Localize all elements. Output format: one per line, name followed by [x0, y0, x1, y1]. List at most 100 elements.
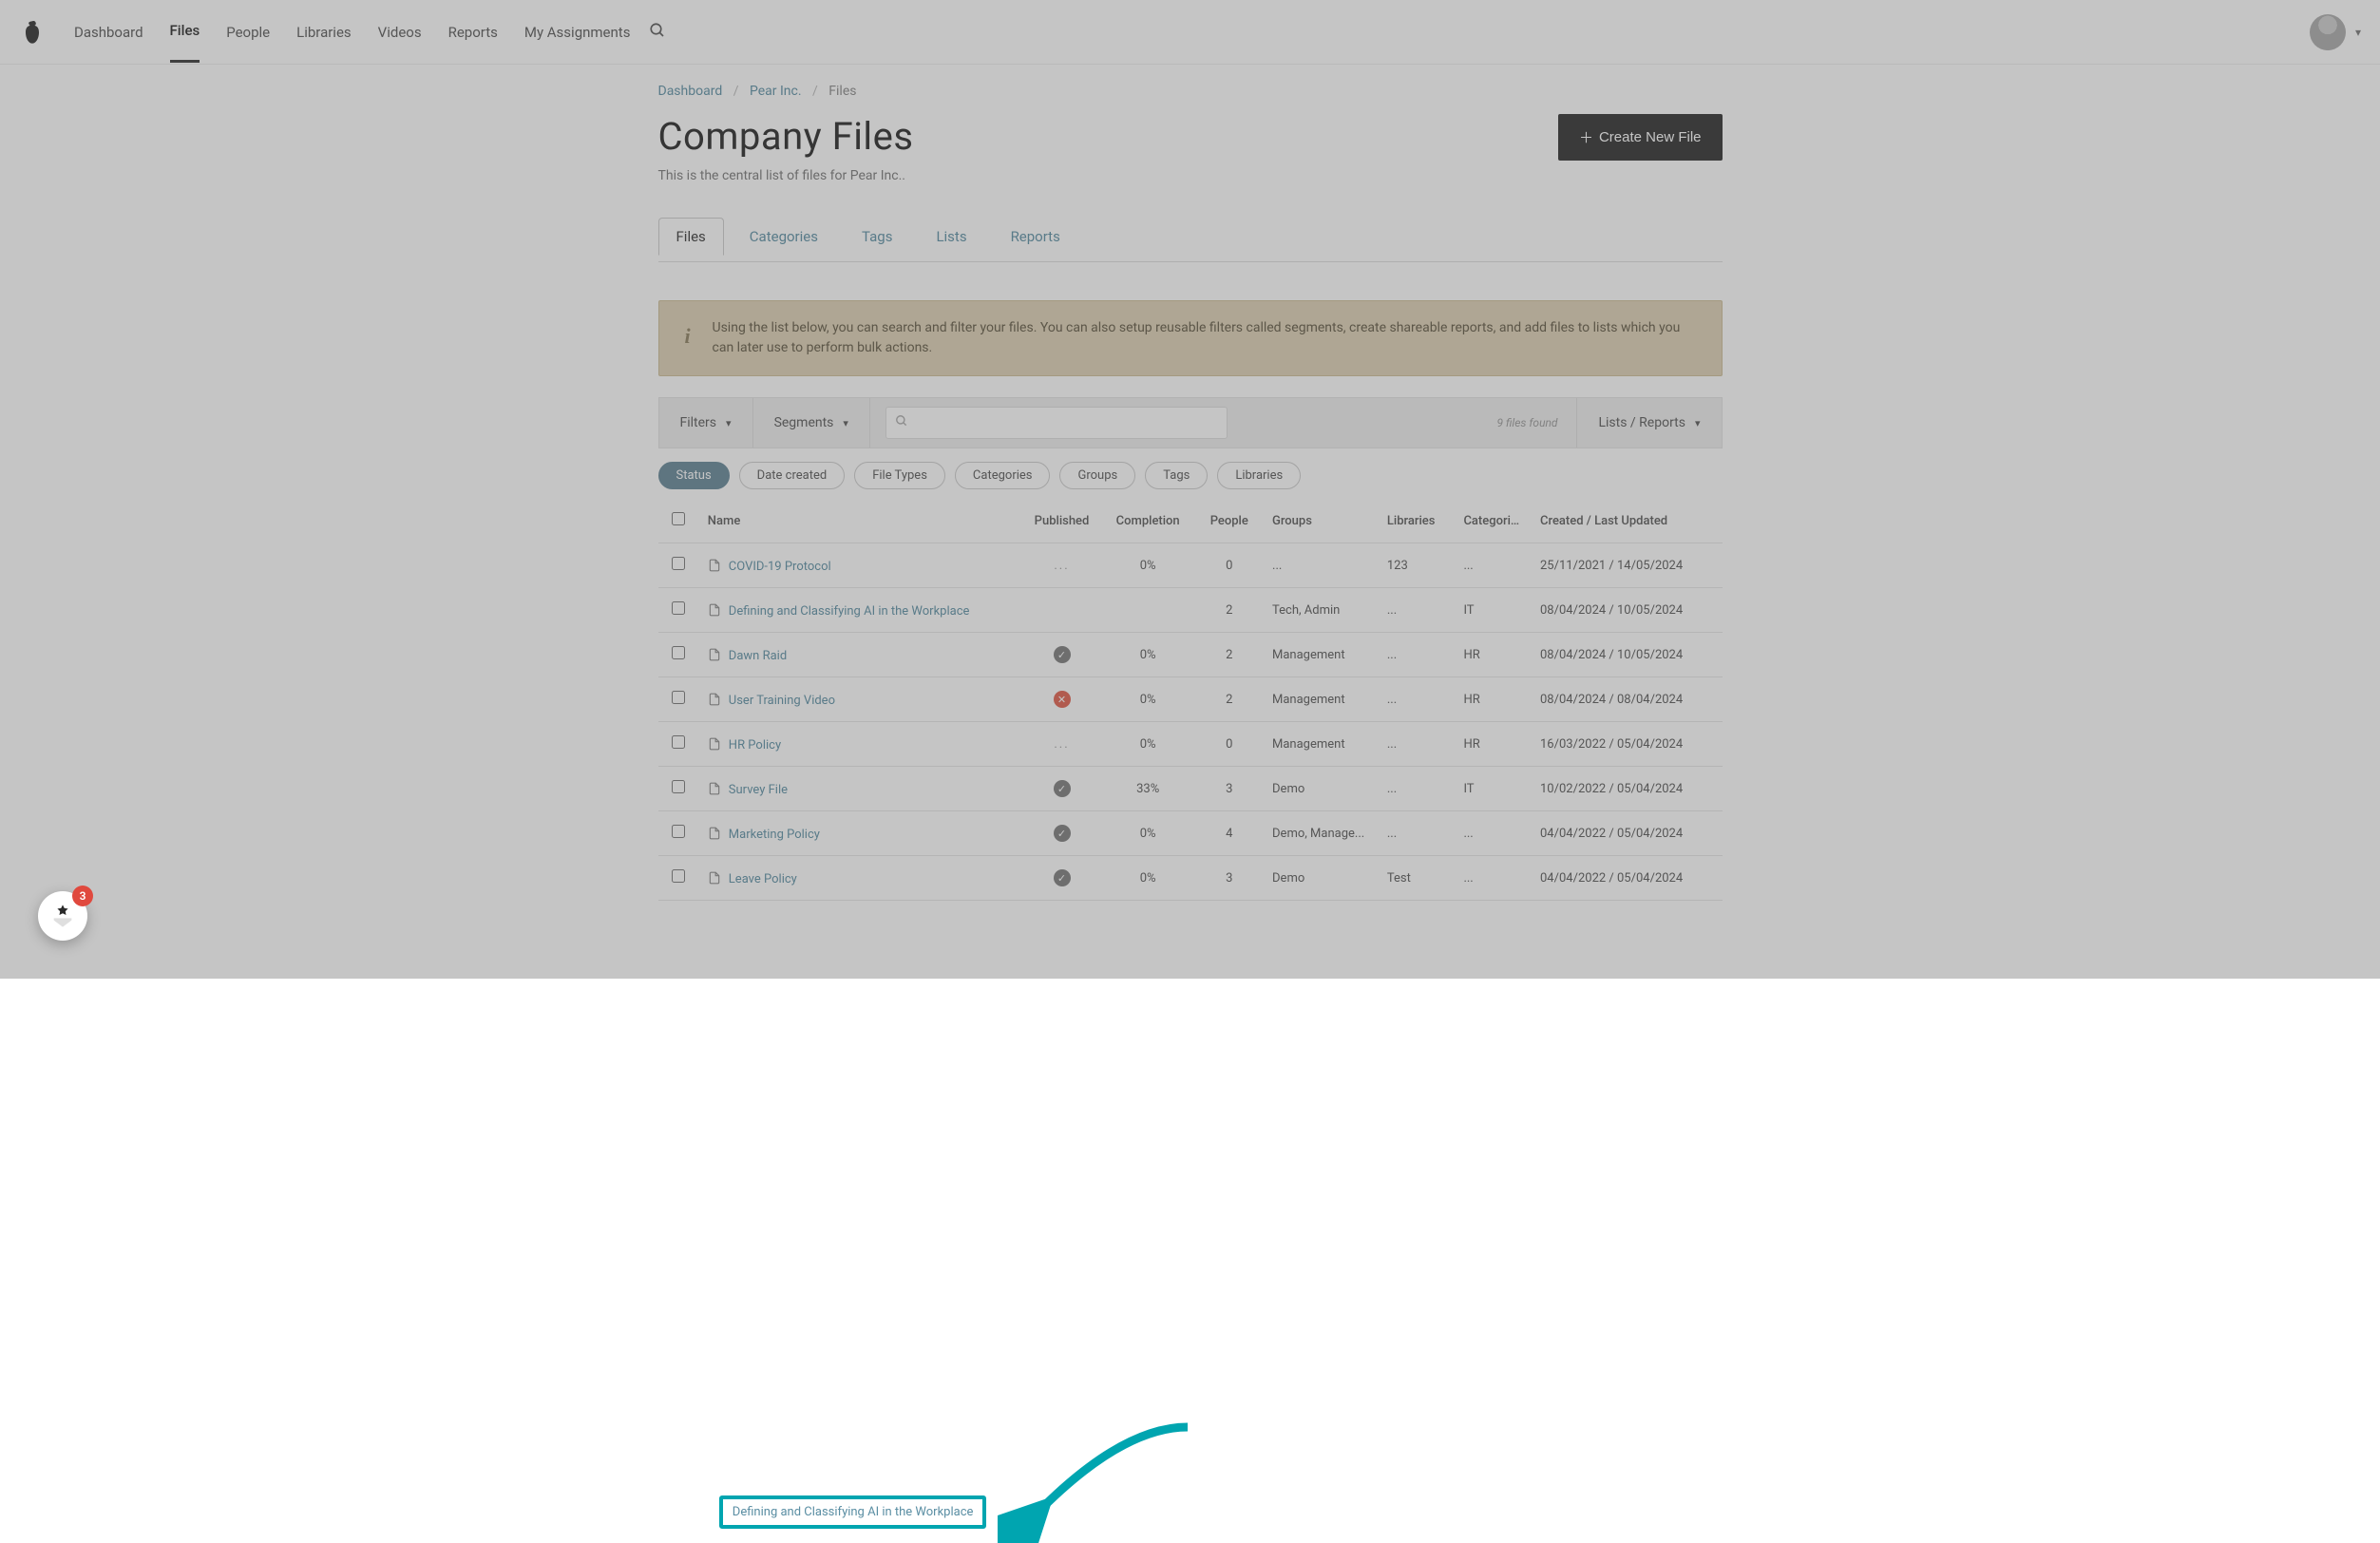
created-cell: 25/11/2021 / 14/05/2024 — [1531, 543, 1723, 588]
column-header[interactable]: Created / Last Updated — [1531, 499, 1723, 543]
row-checkbox[interactable] — [672, 869, 685, 883]
groups-cell: Management — [1263, 677, 1378, 722]
column-header[interactable]: Groups — [1263, 499, 1378, 543]
categories-cell: ... — [1454, 543, 1531, 588]
groups-cell: Management — [1263, 722, 1378, 767]
file-link[interactable]: Leave Policy — [729, 872, 797, 886]
row-checkbox[interactable] — [672, 601, 685, 615]
table-row: HR Policy...0%0Management...HR16/03/2022… — [658, 722, 1723, 767]
nav-libraries[interactable]: Libraries — [296, 3, 352, 62]
categories-cell: HR — [1454, 677, 1531, 722]
tab-reports[interactable]: Reports — [993, 218, 1078, 256]
completion-cell: 33% — [1100, 767, 1196, 811]
column-header[interactable]: Published — [1023, 499, 1100, 543]
file-link[interactable]: Dawn Raid — [729, 649, 787, 663]
categories-cell: ... — [1454, 811, 1531, 856]
file-icon — [708, 647, 721, 662]
completion-cell: 0% — [1100, 811, 1196, 856]
nav-files[interactable]: Files — [170, 1, 200, 63]
breadcrumb-company[interactable]: Pear Inc. — [750, 84, 802, 99]
help-widget-icon — [49, 903, 76, 929]
info-banner: i Using the list below, you can search a… — [658, 300, 1723, 376]
created-cell: 08/04/2024 / 10/05/2024 — [1531, 588, 1723, 633]
groups-cell: Management — [1263, 633, 1378, 677]
breadcrumb-dashboard[interactable]: Dashboard — [658, 84, 723, 99]
categories-cell: IT — [1454, 588, 1531, 633]
column-header[interactable]: People — [1196, 499, 1264, 543]
created-cell: 08/04/2024 / 10/05/2024 — [1531, 633, 1723, 677]
file-icon — [708, 870, 721, 886]
chip-status[interactable]: Status — [658, 462, 730, 489]
nav-dashboard[interactable]: Dashboard — [74, 3, 143, 62]
help-widget-badge: 3 — [72, 886, 93, 906]
create-new-file-label: Create New File — [1599, 129, 1702, 145]
people-cell: 2 — [1196, 588, 1264, 633]
categories-cell: ... — [1454, 856, 1531, 901]
chip-file-types[interactable]: File Types — [854, 462, 945, 489]
chip-tags[interactable]: Tags — [1145, 462, 1208, 489]
people-cell: 2 — [1196, 633, 1264, 677]
plus-icon: ＋ — [1579, 127, 1593, 147]
file-link[interactable]: COVID-19 Protocol — [729, 560, 831, 574]
chevron-down-icon: ▾ — [1695, 417, 1701, 429]
column-header[interactable]: Categories — [1454, 499, 1531, 543]
segments-label: Segments — [774, 415, 834, 430]
file-link[interactable]: User Training Video — [729, 694, 835, 708]
select-all-checkbox[interactable] — [672, 512, 685, 525]
file-link[interactable]: HR Policy — [729, 738, 781, 752]
row-checkbox[interactable] — [672, 691, 685, 704]
tab-categories[interactable]: Categories — [732, 218, 836, 256]
column-header[interactable]: Completion — [1100, 499, 1196, 543]
file-link[interactable]: Marketing Policy — [729, 828, 820, 842]
results-count: 9 files found — [1243, 416, 1577, 429]
row-checkbox[interactable] — [672, 646, 685, 659]
row-checkbox[interactable] — [672, 557, 685, 570]
column-header[interactable]: Libraries — [1378, 499, 1455, 543]
file-icon — [708, 736, 721, 752]
table-row: Leave Policy✓0%3DemoTest...04/04/2022 / … — [658, 856, 1723, 901]
people-cell: 0 — [1196, 722, 1264, 767]
categories-cell: HR — [1454, 722, 1531, 767]
row-checkbox[interactable] — [672, 735, 685, 749]
table-row: Dawn Raid✓0%2Management...HR08/04/2024 /… — [658, 633, 1723, 677]
search-icon[interactable] — [649, 22, 666, 43]
segments-dropdown[interactable]: Segments ▾ — [753, 398, 870, 448]
chip-date-created[interactable]: Date created — [739, 462, 846, 489]
tab-tags[interactable]: Tags — [844, 218, 910, 256]
published-ok-icon: ✓ — [1054, 646, 1071, 663]
people-cell: 4 — [1196, 811, 1264, 856]
chip-categories[interactable]: Categories — [955, 462, 1051, 489]
nav-my-assignments[interactable]: My Assignments — [524, 3, 631, 62]
chevron-down-icon: ▾ — [726, 417, 732, 429]
created-cell: 08/04/2024 / 08/04/2024 — [1531, 677, 1723, 722]
column-header[interactable]: Name — [698, 499, 1023, 543]
info-text: Using the list below, you can search and… — [713, 318, 1701, 358]
nav-videos[interactable]: Videos — [378, 3, 422, 62]
avatar[interactable] — [2310, 14, 2346, 50]
libraries-cell: ... — [1378, 722, 1455, 767]
groups-cell: ... — [1263, 543, 1378, 588]
created-cell: 04/04/2022 / 05/04/2024 — [1531, 811, 1723, 856]
chip-groups[interactable]: Groups — [1059, 462, 1135, 489]
nav-people[interactable]: People — [226, 3, 270, 62]
create-new-file-button[interactable]: ＋ Create New File — [1558, 114, 1723, 161]
tab-lists[interactable]: Lists — [918, 218, 984, 256]
chip-libraries[interactable]: Libraries — [1217, 462, 1301, 489]
help-widget[interactable]: 3 — [38, 891, 87, 941]
row-checkbox[interactable] — [672, 825, 685, 838]
created-cell: 10/02/2022 / 05/04/2024 — [1531, 767, 1723, 811]
filters-dropdown[interactable]: Filters ▾ — [659, 398, 753, 448]
tab-files[interactable]: Files — [658, 218, 724, 256]
search-input[interactable] — [885, 407, 1228, 439]
chevron-down-icon[interactable]: ▾ — [2355, 26, 2361, 39]
file-link[interactable]: Defining and Classifying AI in the Workp… — [729, 604, 970, 619]
table-row: Defining and Classifying AI in the Workp… — [658, 588, 1723, 633]
lists-reports-dropdown[interactable]: Lists / Reports ▾ — [1576, 398, 1721, 448]
page-subtitle: This is the central list of files for Pe… — [658, 168, 1723, 183]
published-ok-icon: ✓ — [1054, 825, 1071, 842]
breadcrumb: Dashboard / Pear Inc. / Files — [658, 84, 1723, 99]
row-checkbox[interactable] — [672, 780, 685, 793]
app-logo[interactable] — [19, 19, 46, 46]
nav-reports[interactable]: Reports — [448, 3, 498, 62]
file-link[interactable]: Survey File — [729, 783, 788, 797]
